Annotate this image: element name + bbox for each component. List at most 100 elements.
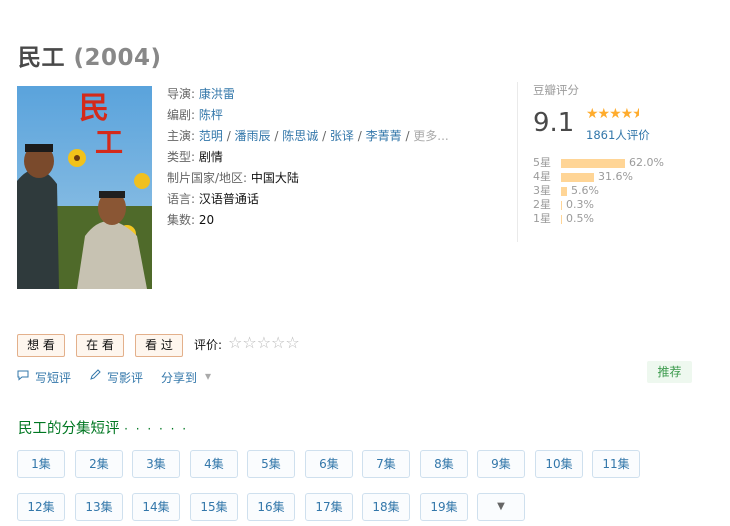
episode-button[interactable]: 18集 (362, 493, 410, 521)
comment-icon (17, 369, 29, 383)
episode-button[interactable]: 17集 (305, 493, 353, 521)
rating-percent: 62.0% (629, 156, 664, 169)
rating-score: 9.1 (533, 108, 575, 138)
cast-separator: / (401, 129, 414, 143)
rating-bar (561, 214, 562, 224)
rating-stars-icon: ★★★★★ (586, 106, 640, 122)
watching-button[interactable]: 在 看 (76, 334, 124, 357)
rating-percent: 31.6% (598, 170, 633, 183)
episode-button[interactable]: 7集 (362, 450, 410, 478)
episodes-section-title: 民工的分集短评 · · · · · · (18, 417, 188, 438)
episode-button[interactable]: 12集 (17, 493, 65, 521)
episode-button[interactable]: 6集 (305, 450, 353, 478)
poster-caption-2: 工 (95, 126, 123, 159)
rating-panel: 豆瓣评分 9.1 ★★★★★ 1861人评价 (533, 82, 723, 142)
poster-image[interactable]: 民 工 (17, 86, 152, 289)
rating-distribution-row: 2星 0.3% (533, 198, 664, 212)
cast-label: 主演: (167, 129, 199, 143)
country-label: 制片国家/地区: (167, 171, 251, 185)
episodes-value: 20 (198, 213, 215, 227)
rating-distribution-row: 1星 0.5% (533, 212, 664, 226)
cast-link[interactable]: 陈思诚 (282, 129, 318, 143)
info-language: 语言: 汉语普通话 (167, 189, 449, 210)
cast-separator: / (353, 129, 366, 143)
rating-bar (561, 172, 594, 182)
episode-button[interactable]: 5集 (247, 450, 295, 478)
episode-button[interactable]: 9集 (477, 450, 525, 478)
rating-bar (561, 186, 567, 196)
poster-caption-1: 民 (79, 91, 109, 126)
genre-label: 类型: (167, 150, 199, 164)
episodes-label: 集数: (167, 213, 199, 227)
rating-label: 豆瓣评分 (533, 83, 579, 97)
cast-separator: / (270, 129, 283, 143)
rating-bar (561, 158, 625, 168)
divider (517, 82, 518, 242)
episodes-title-dots: · · · · · · (124, 422, 189, 436)
rating-percent: 5.6% (571, 184, 599, 197)
writer-link[interactable]: 陈枰 (199, 108, 223, 122)
episode-button[interactable]: 16集 (247, 493, 295, 521)
cast-more-link[interactable]: 更多... (413, 129, 448, 143)
episode-button[interactable]: 4集 (190, 450, 238, 478)
watched-button[interactable]: 看 过 (135, 334, 183, 357)
cast-link[interactable]: 范明 (199, 129, 223, 143)
cast-link[interactable]: 李菁菁 (366, 129, 402, 143)
write-short-review-link[interactable]: 写短评 (35, 369, 71, 386)
title-year: (2004) (73, 45, 162, 71)
cast-link[interactable]: 张译 (330, 129, 354, 143)
rate-stars-input[interactable]: ☆☆☆☆☆ (228, 333, 300, 352)
episode-button[interactable]: 19集 (420, 493, 468, 521)
episode-button[interactable]: 3集 (132, 450, 180, 478)
poster-graphic: 民 工 (17, 86, 152, 289)
share-link[interactable]: 分享到 (161, 369, 197, 386)
rating-distribution: 5星 62.0% 4星 31.6% 3星 5.6% 2星 0.3% 1星 0.5% (533, 156, 664, 226)
rating-star-label: 4星 (533, 170, 551, 183)
expand-episodes-button[interactable]: ▼ (477, 493, 525, 521)
rating-count-link[interactable]: 1861人评价 (586, 127, 650, 143)
genre-value: 剧情 (198, 150, 223, 164)
episode-button[interactable]: 15集 (190, 493, 238, 521)
episode-button[interactable]: 10集 (535, 450, 583, 478)
country-value: 中国大陆 (250, 171, 299, 185)
rating-star-label: 2星 (533, 198, 551, 211)
cast-separator: / (318, 129, 330, 143)
language-value: 汉语普通话 (198, 192, 259, 206)
cast-separator: / (222, 129, 235, 143)
recommend-button[interactable]: 推荐 (647, 361, 692, 383)
episode-button[interactable]: 2集 (75, 450, 123, 478)
info-episodes: 集数: 20 (167, 210, 449, 231)
rating-star-label: 3星 (533, 184, 551, 197)
info-cast: 主演: 范明 / 潘雨辰 / 陈思诚 / 张译 / 李菁菁 / 更多... (167, 126, 449, 147)
director-label: 导演: (167, 87, 199, 101)
write-review-link[interactable]: 写影评 (107, 369, 143, 386)
info-writer: 编剧: 陈枰 (167, 105, 449, 126)
episode-button[interactable]: 8集 (420, 450, 468, 478)
rating-star-label: 1星 (533, 212, 551, 225)
rating-distribution-row: 4星 31.6% (533, 170, 664, 184)
rating-distribution-row: 5星 62.0% (533, 156, 664, 170)
page-title: 民工 (2004) (18, 38, 162, 72)
rating-percent: 0.5% (566, 212, 594, 225)
episode-button[interactable]: 1集 (17, 450, 65, 478)
info-director: 导演: 康洪雷 (167, 84, 449, 105)
title-name: 民工 (18, 45, 65, 71)
rating-distribution-row: 3星 5.6% (533, 184, 664, 198)
episode-button[interactable]: 14集 (132, 493, 180, 521)
rate-label: 评价: (194, 338, 223, 352)
language-label: 语言: (167, 192, 199, 206)
info-genre: 类型: 剧情 (167, 147, 449, 168)
pencil-icon (89, 369, 101, 383)
episode-button[interactable]: 13集 (75, 493, 123, 521)
director-link[interactable]: 康洪雷 (199, 87, 235, 101)
rating-bar (561, 200, 562, 210)
rating-star-label: 5星 (533, 156, 551, 169)
want-to-watch-button[interactable]: 想 看 (17, 334, 65, 357)
cast-link[interactable]: 潘雨辰 (235, 129, 271, 143)
movie-info: 导演: 康洪雷 编剧: 陈枰 主演: 范明 / 潘雨辰 / 陈思诚 / 张译 /… (167, 84, 449, 231)
rating-percent: 0.3% (566, 198, 594, 211)
chevron-down-icon: ▾ (205, 369, 212, 383)
writer-label: 编剧: (167, 108, 199, 122)
episode-button[interactable]: 11集 (592, 450, 640, 478)
episodes-title-text: 民工的分集短评 (18, 421, 120, 437)
